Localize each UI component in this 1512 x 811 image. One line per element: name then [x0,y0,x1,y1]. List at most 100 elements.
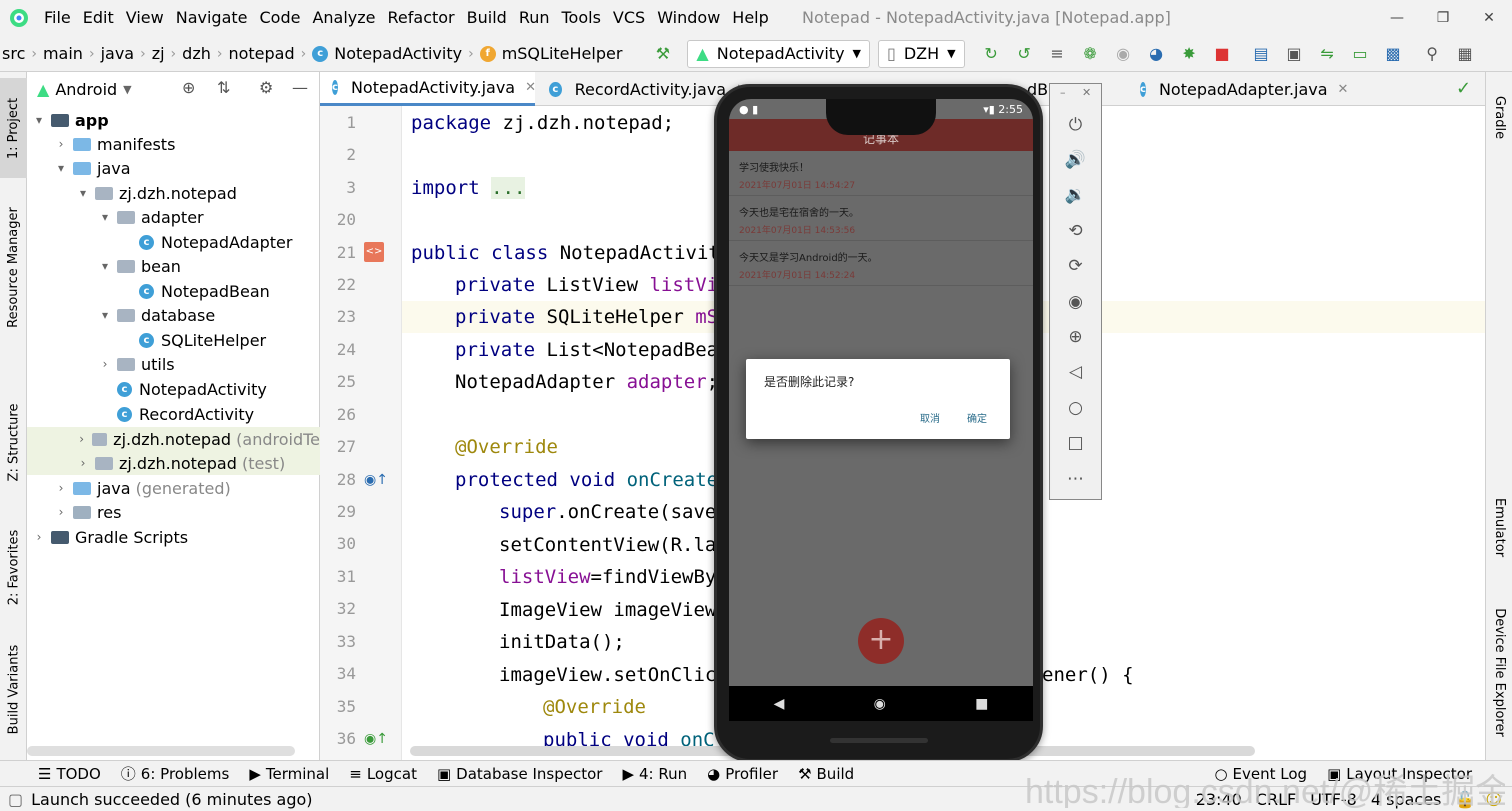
tab-run[interactable]: ▶ 4: Run [612,765,697,783]
rotate-right-icon[interactable]: ⟳ [1050,251,1101,281]
back-icon[interactable]: ◀ [774,696,785,712]
tree-item-notepadactivity[interactable]: c NotepadActivity [27,377,320,401]
more-icon[interactable]: ⋯ [1050,464,1101,494]
confirm-button[interactable]: 确定 [967,410,987,425]
sync-gradle-icon[interactable]: ⇋ [1311,36,1344,72]
tree-item-adapter[interactable]: ▾ adapter [27,205,320,229]
tab-project[interactable]: 1: Project [0,78,27,178]
layout-icon[interactable]: <> [364,242,384,262]
profile-icon[interactable]: ◕ [1140,36,1173,72]
tree-item-sqlitehelper[interactable]: c SQLiteHelper [27,328,320,352]
menu-run[interactable]: Run [513,0,556,36]
breadcrumb-class[interactable]: NotepadActivity [334,44,462,63]
tree-item-res[interactable]: › res [27,500,320,524]
tab-profiler[interactable]: ◕ Profiler [697,765,788,783]
menu-analyze[interactable]: Analyze [306,0,381,36]
tab-notepadadapter[interactable]: c NotepadAdapter.java ✕ [1128,72,1348,106]
debug-attach-icon[interactable]: ✸ [1173,36,1206,72]
toggle-tool-windows-icon[interactable]: ▢ [8,790,23,809]
overview-icon[interactable]: ■ [975,696,988,712]
tree-item-utils[interactable]: › utils [27,352,320,376]
breadcrumb-dzh[interactable]: dzh [182,44,211,63]
breadcrumb-java[interactable]: java [101,44,135,63]
collapse-all-icon[interactable]: ⇅ [217,78,230,97]
menu-tools[interactable]: Tools [556,0,607,36]
attach-debugger-icon[interactable]: ◉ [1107,36,1140,72]
rerun-icon[interactable]: ↻ [975,36,1008,72]
tree-item-manifests[interactable]: › manifests [27,132,320,156]
list-item[interactable]: 今天也是宅在宿舍的一天。 2021年07月01日 14:53:56 [729,196,1033,241]
breadcrumb-zj[interactable]: zj [152,44,165,63]
stop-icon[interactable]: ■ [1206,36,1239,72]
list-item[interactable]: 学习使我快乐！ 2021年07月01日 14:54:27 [729,151,1033,196]
menu-vcs[interactable]: VCS [607,0,651,36]
breadcrumb-src[interactable]: src [2,44,25,63]
tree-item-bean[interactable]: ▾ bean [27,254,320,278]
menu-file[interactable]: File [38,0,77,36]
device-manager-icon[interactable]: ▭ [1344,36,1377,72]
override-icon[interactable]: ◉↑ [364,472,388,488]
tab-notepadactivity[interactable]: c NotepadActivity.java ✕ [320,72,536,106]
tab-resource-manager[interactable]: Resource Manager [0,192,27,342]
device-select[interactable]: ▯ DZH ▼ [878,39,965,68]
tree-item-test[interactable]: › zj.dzh.notepad (test) [27,451,320,475]
tab-structure[interactable]: Z: Structure [0,392,27,492]
tab-database-inspector[interactable]: ▣ Database Inspector [427,765,613,783]
menu-navigate[interactable]: Navigate [170,0,254,36]
tab-problems[interactable]: ⓘ 6: Problems [111,763,240,784]
tab-build[interactable]: ⚒ Build [788,765,864,783]
list-item[interactable]: 今天又是学习Android的一天。 2021年07月01日 14:52:24 [729,241,1033,286]
camera-icon[interactable]: ◉ [1050,287,1101,317]
close-icon[interactable]: ✕ [1082,86,1091,99]
tree-item-java-generated[interactable]: › java (generated) [27,476,320,500]
breadcrumb-main[interactable]: main [43,44,83,63]
tree-item-app[interactable]: ▾ app [27,108,320,132]
tab-logcat[interactable]: ≡ Logcat [339,765,427,783]
implement-icon[interactable]: ◉↑ [364,731,388,747]
tab-terminal[interactable]: ▶ Terminal [239,765,339,783]
menu-view[interactable]: View [120,0,170,36]
chevron-down-icon[interactable]: ▼ [123,83,131,96]
tree-item-java[interactable]: ▾ java [27,156,320,180]
apply-changes-icon[interactable]: ↺ [1008,36,1041,72]
tree-item-gradle-scripts[interactable]: › Gradle Scripts [27,525,320,549]
tab-build-variants[interactable]: Build Variants [0,632,27,747]
gear-icon[interactable]: ⚙ [259,78,273,97]
breadcrumb-notepad[interactable]: notepad [228,44,294,63]
tree-item-notepadadapter[interactable]: c NotepadAdapter [27,230,320,254]
tab-favorites[interactable]: 2: Favorites [0,512,27,622]
avd-manager-icon[interactable]: ▣ [1278,36,1311,72]
tab-todo[interactable]: ☰ TODO [28,765,111,783]
menu-help[interactable]: Help [726,0,774,36]
power-icon[interactable]: ⏻ [1050,110,1101,140]
tree-item-database[interactable]: ▾ database [27,303,320,327]
tab-device-file-explorer[interactable]: Device File Explorer [1486,592,1512,752]
project-structure-icon[interactable]: ▤ [1245,36,1278,72]
debug-icon[interactable]: ❁ [1074,36,1107,72]
menu-window[interactable]: Window [651,0,726,36]
minimize-button[interactable]: — [1372,0,1422,36]
project-view-select[interactable]: Android [55,80,117,99]
cancel-button[interactable]: 取消 [920,410,940,425]
search-icon[interactable]: ⚲ [1416,36,1449,72]
add-record-button[interactable]: + [858,618,904,664]
volume-down-icon[interactable]: 🔉 [1050,180,1101,210]
tree-item-package[interactable]: ▾ zj.dzh.notepad [27,181,320,205]
breadcrumb-field[interactable]: mSQLiteHelper [502,44,623,63]
restore-button[interactable]: ❐ [1418,0,1468,36]
rotate-left-icon[interactable]: ⟲ [1050,216,1101,246]
apply-code-changes-icon[interactable]: ≡ [1041,36,1074,72]
home-icon[interactable]: ◉ [874,696,886,712]
zoom-icon[interactable]: ⊕ [1050,322,1101,352]
status-message[interactable]: Launch succeeded (6 minutes ago) [31,790,312,809]
back-icon[interactable]: ◁ [1050,357,1101,387]
run-config-select[interactable]: ▲ NotepadActivity ▼ [687,39,871,68]
menu-edit[interactable]: Edit [77,0,120,36]
hide-panel-icon[interactable]: — [292,78,308,97]
folded-imports[interactable]: ... [491,177,526,199]
settings-icon[interactable]: ▦ [1449,36,1482,72]
tree-item-recordactivity[interactable]: c RecordActivity [27,402,320,426]
tree-item-androidtest[interactable]: › zj.dzh.notepad (androidTe [27,427,320,451]
project-scrollbar[interactable] [27,746,295,756]
locate-icon[interactable]: ⊕ [182,78,195,97]
